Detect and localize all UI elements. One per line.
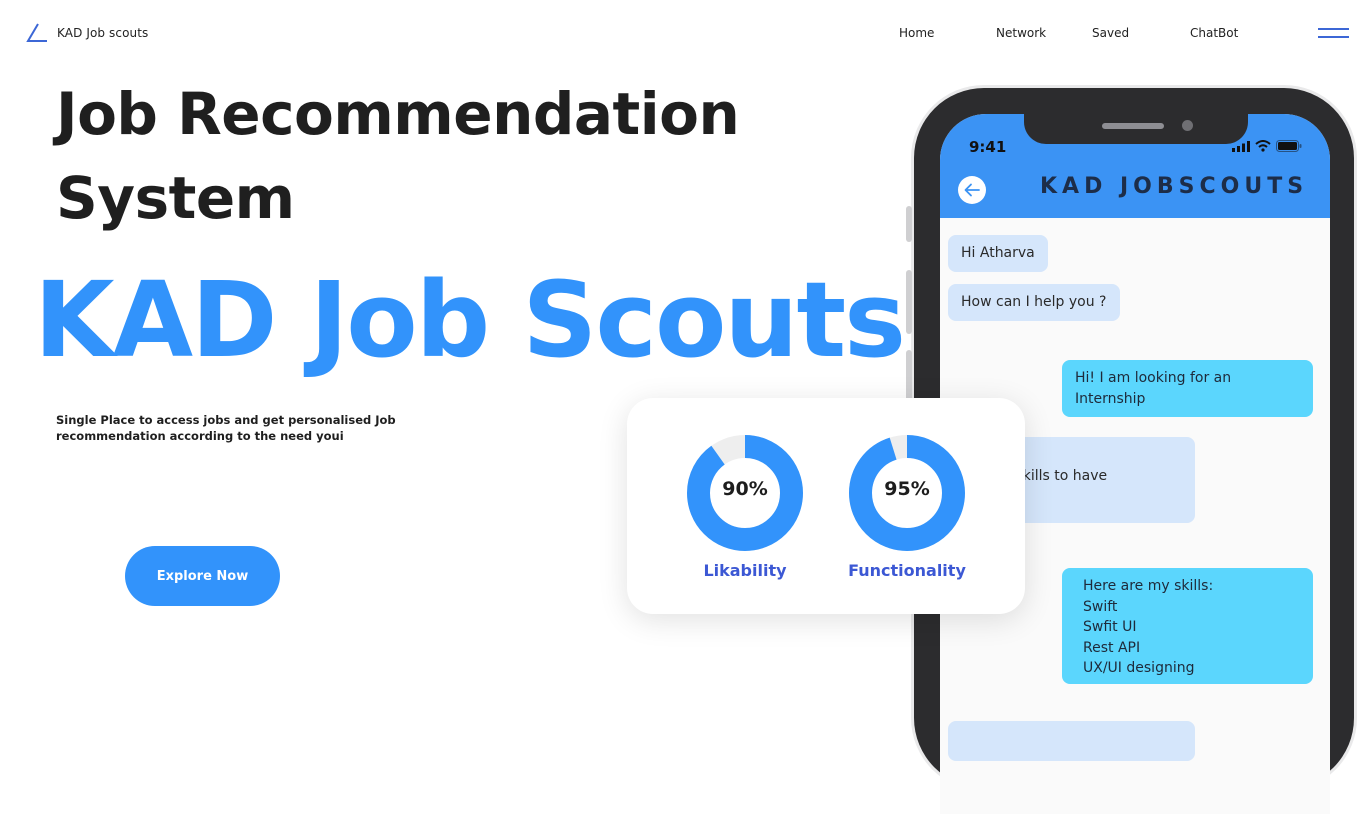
battery-icon <box>1276 140 1302 152</box>
user-message: Here are my skills: Swift Swfit UI Rest … <box>1062 568 1313 684</box>
status-time: 9:41 <box>969 138 1007 156</box>
brand-logo[interactable]: KAD Job scouts <box>26 22 148 43</box>
stats-card: 90% Likability 95% Functionality <box>627 398 1025 614</box>
arrow-left-icon <box>964 183 980 197</box>
hero-tagline: Single Place to access jobs and get pers… <box>56 413 396 443</box>
stat-label: Likability <box>703 561 787 580</box>
hero-title: Job Recommendation System <box>56 80 740 232</box>
nav-home[interactable]: Home <box>899 26 934 40</box>
stat-value: 95% <box>884 478 930 500</box>
user-message: Hi! I am looking for an Internship <box>1062 360 1313 417</box>
front-camera <box>1182 120 1193 131</box>
back-button[interactable] <box>958 176 986 204</box>
speaker-grille <box>1102 123 1164 129</box>
stat-label: Functionality <box>848 561 966 580</box>
nav-saved[interactable]: Saved <box>1092 26 1129 40</box>
stat-value: 90% <box>722 478 768 500</box>
hamburger-menu-icon[interactable] <box>1318 28 1349 40</box>
bot-message: How can I help you ? <box>948 284 1120 321</box>
wifi-icon <box>1255 140 1271 152</box>
status-icons <box>1232 140 1302 152</box>
signal-icon <box>1232 141 1250 152</box>
brand-name: KAD Job scouts <box>57 25 149 40</box>
phone-side-button <box>906 270 912 334</box>
brand-headline: KAD Job Scouts <box>34 259 906 381</box>
nav-network[interactable]: Network <box>996 26 1046 40</box>
app-title: KAD JOBSCOUTS <box>1040 174 1309 199</box>
phone-side-button <box>906 206 912 242</box>
bot-message <box>948 721 1195 761</box>
triangle-logo-icon <box>26 23 47 42</box>
bot-message: Hi Atharva <box>948 235 1048 272</box>
explore-now-button[interactable]: Explore Now <box>125 546 280 606</box>
app-header: 9:41 KAD JOBSCOUTS <box>940 114 1330 218</box>
phone-notch <box>1024 114 1248 144</box>
stat-functionality: 95% Functionality <box>837 433 977 580</box>
stat-likability: 90% Likability <box>675 433 815 580</box>
nav-chatbot[interactable]: ChatBot <box>1190 26 1238 40</box>
